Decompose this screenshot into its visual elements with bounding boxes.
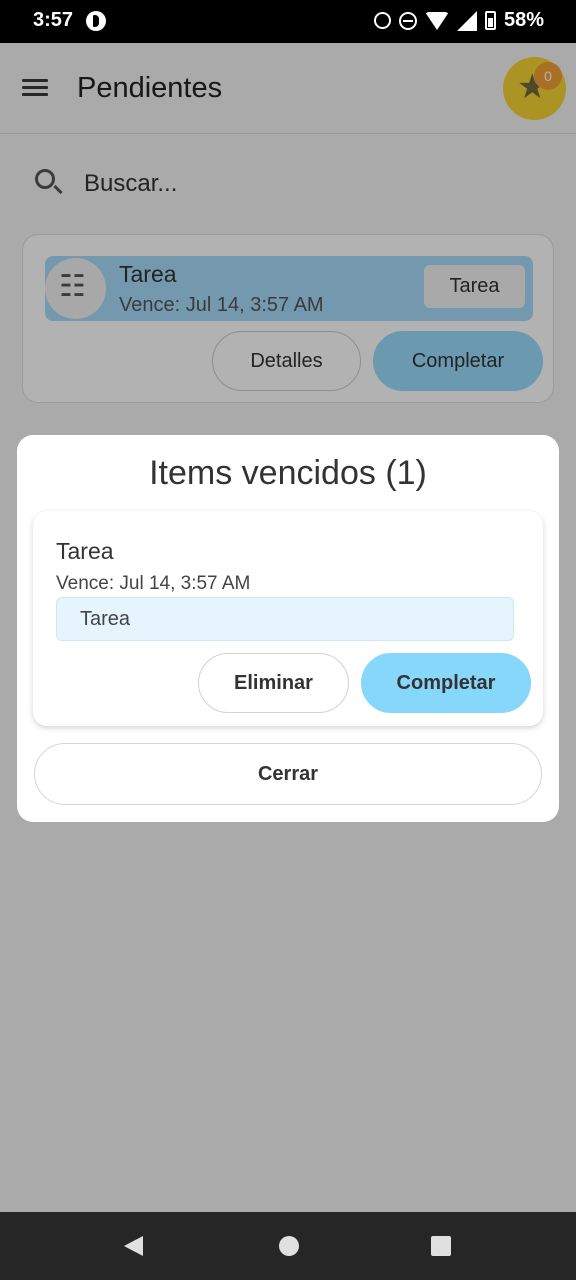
alarm-icon (373, 12, 391, 29)
status-time: 3:57 (33, 9, 74, 31)
do-not-disturb-icon (398, 11, 417, 30)
battery-percent: 58% (503, 9, 544, 31)
delete-button[interactable]: Eliminar (198, 653, 349, 713)
wifi-icon (424, 11, 449, 30)
overdue-item-card: Tarea Vence: Jul 14, 3:57 AM Tarea Elimi… (33, 511, 543, 726)
recents-icon[interactable] (431, 1236, 451, 1256)
battery-icon (484, 11, 496, 30)
home-icon[interactable] (279, 1236, 299, 1256)
back-icon[interactable] (124, 1236, 143, 1256)
overdue-dialog: Items vencidos (1) Tarea Vence: Jul 14, … (17, 435, 559, 822)
cell-signal-icon (456, 10, 477, 31)
overdue-item-category-chip: Tarea (56, 597, 514, 641)
overdue-item-title: Tarea (56, 538, 114, 564)
status-indicators: 58% (373, 9, 544, 32)
overdue-item-due-date: Vence: Jul 14, 3:57 AM (56, 573, 251, 594)
dialog-title: Items vencidos (1) (149, 454, 427, 492)
app-notification-icon (86, 11, 106, 31)
close-button[interactable]: Cerrar (34, 743, 542, 805)
complete-overdue-button[interactable]: Completar (361, 653, 531, 713)
status-bar: 3:57 58% (0, 0, 576, 43)
navigation-bar (0, 1212, 576, 1280)
